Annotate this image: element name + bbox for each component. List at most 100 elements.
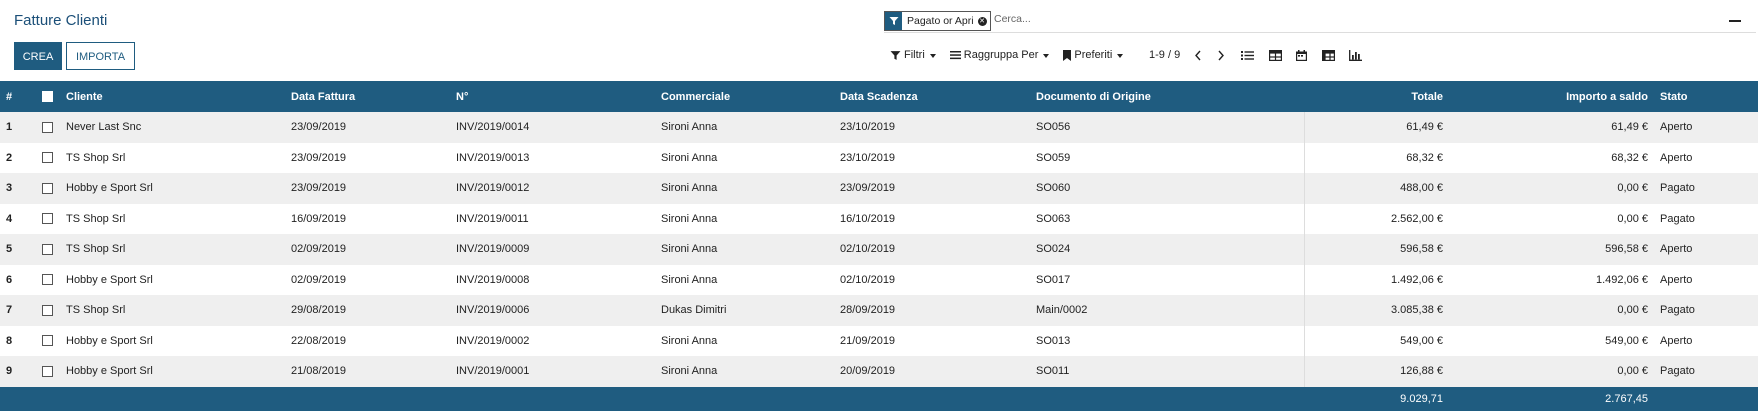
checkbox[interactable] xyxy=(42,121,53,133)
due-date-cell: 23/10/2019 xyxy=(840,121,896,134)
column-header-invoice-number[interactable]: N° xyxy=(450,81,655,112)
row-checkbox[interactable] xyxy=(38,234,60,265)
row-checkbox[interactable] xyxy=(38,326,60,357)
origin-cell: SO011 xyxy=(1030,356,1305,387)
column-header-status[interactable]: Stato xyxy=(1654,81,1758,112)
row-number: 8 xyxy=(6,334,13,347)
salesperson-cell: Sironi Anna xyxy=(661,212,718,225)
table-row[interactable]: 4 TS Shop Srl 16/09/2019 INV/2019/0011 Siron… xyxy=(0,203,1758,235)
total-cell: 549,00 € xyxy=(1400,334,1443,347)
import-button[interactable]: IMPORTA xyxy=(66,42,135,70)
footer-cell xyxy=(1030,387,1304,411)
table-row[interactable]: 7 TS Shop Srl 29/08/2019 INV/2019/0006 Dukas… xyxy=(0,295,1758,326)
row-checkbox[interactable] xyxy=(38,143,60,174)
checkbox[interactable] xyxy=(42,182,53,194)
status-cell: Aperto xyxy=(1660,273,1693,286)
due-date-cell: 23/10/2019 xyxy=(840,151,896,164)
status-cell: Aperto xyxy=(1660,334,1693,347)
customer-cell: Hobby e Sport Srl xyxy=(66,334,153,347)
total-cell: 126,88 € xyxy=(1400,365,1443,378)
checkbox[interactable] xyxy=(42,91,53,103)
checkbox[interactable] xyxy=(42,365,53,377)
column-header-amount-due[interactable]: Importo a saldo xyxy=(1449,81,1654,112)
checkbox[interactable] xyxy=(42,243,53,255)
salesperson-cell: Sironi Anna xyxy=(661,365,718,378)
salesperson-cell: Sironi Anna xyxy=(661,182,718,195)
invoice-number-cell: INV/2019/0002 xyxy=(456,334,530,347)
row-checkbox[interactable] xyxy=(38,112,60,143)
due-date-cell: 21/09/2019 xyxy=(840,334,896,347)
origin-cell: SO017 xyxy=(1030,264,1305,295)
column-header-salesperson[interactable]: Commerciale xyxy=(655,81,834,112)
invoice-number-cell: INV/2019/0014 xyxy=(456,121,530,134)
footer-total-sum: 9.029,71 xyxy=(1400,392,1443,405)
table-row[interactable]: 5 TS Shop Srl 02/09/2019 INV/2019/0009 Siron… xyxy=(0,234,1758,265)
table-row[interactable]: 2 TS Shop Srl 23/09/2019 INV/2019/0013 Siron… xyxy=(0,142,1758,174)
select-all-checkbox[interactable] xyxy=(38,81,60,112)
status-cell: Pagato xyxy=(1660,182,1695,195)
footer-cell xyxy=(60,387,285,411)
column-header-origin[interactable]: Documento di Origine xyxy=(1030,81,1304,112)
row-checkbox[interactable] xyxy=(38,173,60,204)
invoice-date-cell: 02/09/2019 xyxy=(291,243,347,256)
grid-view-icon[interactable] xyxy=(1269,49,1282,61)
search-facet[interactable]: Pagato or Apri ✕ xyxy=(884,11,991,31)
pivot-view-icon[interactable] xyxy=(1322,49,1335,61)
column-header-due-date[interactable]: Data Scadenza xyxy=(834,81,1030,112)
filter-icon xyxy=(890,50,901,60)
column-header-customer[interactable]: Cliente xyxy=(60,81,285,112)
table-row[interactable]: 1 Never Last Snc 23/09/2019 INV/2019/0014 Si… xyxy=(0,112,1758,143)
invoice-number-cell: INV/2019/0001 xyxy=(456,365,530,378)
row-number: 3 xyxy=(6,182,13,195)
table-row[interactable]: 6 Hobby e Sport Srl 02/09/2019 INV/2019/000… xyxy=(0,264,1758,296)
customer-cell: TS Shop Srl xyxy=(66,243,126,256)
row-checkbox[interactable] xyxy=(38,204,60,235)
search-bar: Pagato or Apri ✕ xyxy=(884,10,1756,33)
chevron-right-icon[interactable] xyxy=(1217,50,1225,61)
status-cell: Pagato xyxy=(1660,212,1695,225)
close-icon[interactable]: ✕ xyxy=(977,16,987,26)
customer-cell: TS Shop Srl xyxy=(66,151,126,164)
checkbox[interactable] xyxy=(42,152,53,164)
pager-value[interactable]: 1-9 / 9 xyxy=(1149,49,1180,61)
column-header-total[interactable]: Totale xyxy=(1304,81,1449,112)
invoice-date-cell: 16/09/2019 xyxy=(291,212,347,225)
invoice-date-cell: 29/08/2019 xyxy=(291,304,347,317)
table-row[interactable]: 3 Hobby e Sport Srl 23/09/2019 INV/2019/001… xyxy=(0,173,1758,204)
table-row[interactable]: 9 Hobby e Sport Srl 21/08/2019 INV/2019/000… xyxy=(0,356,1758,387)
amount-due-cell: 596,58 € xyxy=(1605,243,1648,256)
checkbox[interactable] xyxy=(42,304,53,316)
due-date-cell: 28/09/2019 xyxy=(840,304,896,317)
calendar-icon[interactable] xyxy=(1296,49,1307,61)
row-checkbox[interactable] xyxy=(38,295,60,326)
checkbox[interactable] xyxy=(42,213,53,225)
table-header-row: # Cliente Data Fattura N° Commerciale Da… xyxy=(0,81,1758,112)
origin-cell: SO060 xyxy=(1030,173,1305,204)
status-cell: Aperto xyxy=(1660,151,1693,164)
graph-view-icon[interactable] xyxy=(1349,49,1362,61)
row-checkbox[interactable] xyxy=(38,356,60,387)
origin-cell: SO056 xyxy=(1030,112,1305,143)
favorites-dropdown[interactable]: Preferiti xyxy=(1063,49,1124,61)
search-input[interactable] xyxy=(994,13,1594,25)
row-checkbox[interactable] xyxy=(38,265,60,296)
create-button[interactable]: CREA xyxy=(14,42,62,70)
checkbox[interactable] xyxy=(42,335,53,347)
favorites-label: Preferiti xyxy=(1074,49,1113,61)
checkbox[interactable] xyxy=(42,274,53,286)
list-view-icon[interactable] xyxy=(1241,50,1254,61)
column-header-invoice-date[interactable]: Data Fattura xyxy=(285,81,450,112)
origin-cell: SO013 xyxy=(1030,325,1305,356)
invoice-date-cell: 23/09/2019 xyxy=(291,151,347,164)
filters-dropdown[interactable]: Filtri xyxy=(890,49,936,61)
invoice-table: # Cliente Data Fattura N° Commerciale Da… xyxy=(0,81,1758,411)
group-by-dropdown[interactable]: Raggruppa Per xyxy=(949,49,1050,61)
amount-due-cell: 0,00 € xyxy=(1617,182,1648,195)
table-row[interactable]: 8 Hobby e Sport Srl 22/08/2019 INV/2019/000… xyxy=(0,325,1758,357)
total-cell: 488,00 € xyxy=(1400,182,1443,195)
footer-amount-due-sum: 2.767,45 xyxy=(1605,392,1648,405)
row-number: 9 xyxy=(6,365,13,378)
due-date-cell: 02/10/2019 xyxy=(840,243,896,256)
footer-cell xyxy=(285,387,450,411)
chevron-left-icon[interactable] xyxy=(1194,50,1202,61)
